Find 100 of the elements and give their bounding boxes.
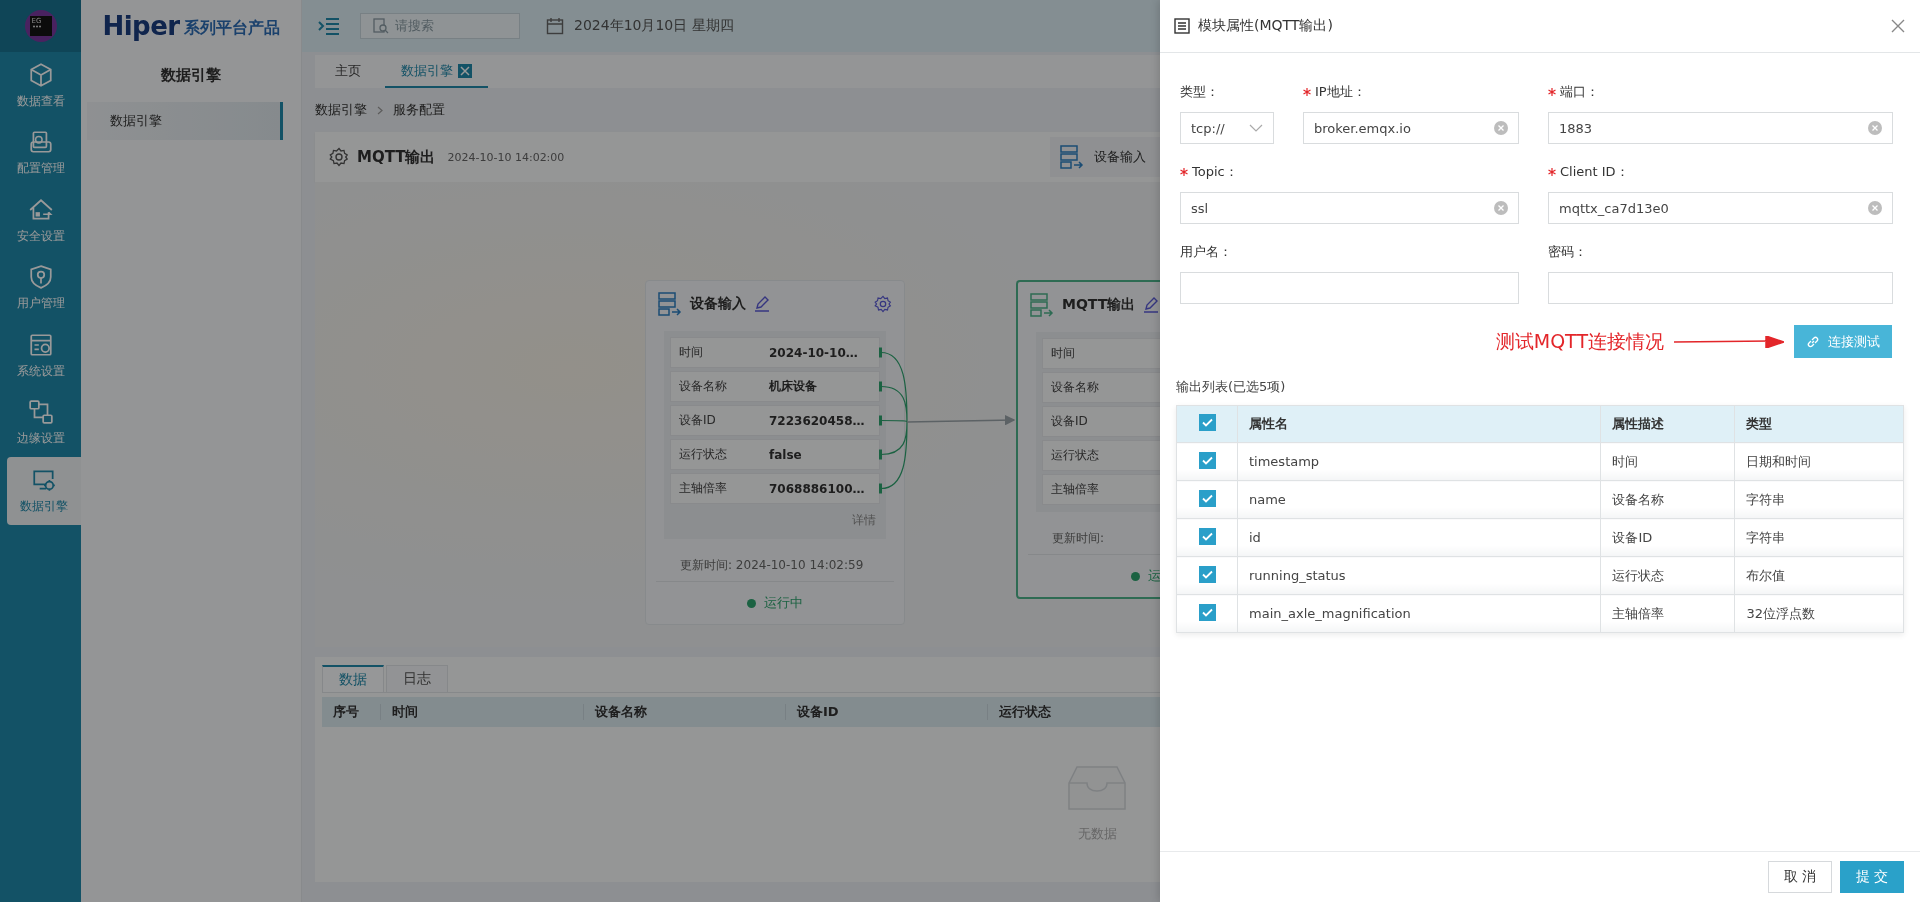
field-label: 时间 — [1051, 345, 1075, 362]
menu-icon[interactable] — [318, 17, 340, 35]
table-cell: 字符串 — [1734, 480, 1904, 519]
chevron-right-icon — [377, 105, 383, 115]
field-value: 7223620458… — [769, 413, 865, 428]
edit-icon[interactable] — [754, 296, 770, 312]
required-mark-icon — [1548, 87, 1556, 96]
nav-item[interactable]: 数据查看 — [0, 52, 81, 120]
clear-icon[interactable] — [1494, 201, 1508, 215]
node-title: 设备输入 — [690, 295, 746, 313]
module-timestamp: 2024-10-10 14:02:00 — [447, 150, 565, 164]
sidebar-item[interactable]: 数据引擎 — [87, 102, 283, 140]
field-label: 主轴倍率 — [679, 480, 727, 497]
flowchart-icon — [27, 399, 54, 426]
field-value: 7068886100… — [769, 481, 865, 496]
type-select[interactable]: tcp:// — [1180, 112, 1274, 144]
field-value: 2024-10-10… — [769, 345, 858, 360]
field-label: 端口： — [1560, 82, 1599, 101]
table-cell: 主轴倍率 — [1601, 594, 1735, 633]
table-cell: name — [1237, 480, 1601, 519]
node-card[interactable]: MQTT输出 时间 设备名称 设备ID 运行状态 主轴倍率 更新时间: 运 — [1016, 280, 1160, 599]
test-connection-button[interactable]: 连接测试 — [1794, 325, 1892, 358]
input-field[interactable]: 1883 — [1548, 112, 1893, 144]
clear-icon[interactable] — [1494, 121, 1508, 135]
chevron-down-icon — [1249, 124, 1263, 132]
field-value: 机床设备 — [769, 378, 817, 395]
field-label: 类型： — [1180, 82, 1219, 101]
sidebar-title: 数据引擎 — [160, 65, 222, 86]
window-gear-icon — [27, 331, 54, 358]
table-cell: id — [1237, 518, 1601, 557]
calendar-icon — [546, 17, 564, 35]
arrow-icon — [1674, 335, 1784, 348]
search-icon — [373, 18, 389, 34]
column-header: 设备名称 — [583, 704, 785, 720]
input-field[interactable] — [1548, 272, 1893, 304]
search-field[interactable]: 请搜索 — [360, 13, 520, 39]
close-icon[interactable] — [1890, 18, 1906, 34]
detail-link[interactable]: 详情 — [852, 513, 876, 527]
node-card[interactable]: 设备输入 时间 2024-10-10… 设备名称 机床设备 设备ID 7223620458… 运行状态 false 主轴倍率 7068886100… 详情 更新时间: 2024-10-10 14:02:59 运行中 — [645, 280, 905, 625]
add-node-button[interactable]: 设备输入 — [1050, 137, 1160, 177]
tab[interactable]: 日志 — [386, 665, 448, 692]
gear-icon[interactable] — [874, 295, 892, 313]
server-icon — [658, 292, 682, 316]
field-label: 主轴倍率 — [1051, 481, 1099, 498]
nav-item[interactable]: 安全设置 — [0, 187, 81, 255]
clear-icon[interactable] — [1868, 121, 1882, 135]
input-field[interactable] — [1180, 272, 1519, 304]
table-cell: 日期和时间 — [1734, 442, 1904, 481]
breadcrumb-item[interactable]: 数据引擎 — [315, 101, 367, 119]
checkbox[interactable] — [1198, 603, 1216, 621]
nav-item[interactable]: 数据引擎 — [7, 457, 81, 525]
column-header: 设备ID — [785, 704, 987, 720]
cancel-button[interactable]: 取 消 — [1768, 861, 1832, 893]
checkbox[interactable] — [1198, 451, 1216, 469]
table-cell: main_axle_magnification — [1237, 594, 1601, 633]
input-field[interactable]: mqttx_ca7d13e0 — [1548, 192, 1893, 224]
field-label: 设备名称 — [1051, 379, 1099, 396]
nav-item[interactable]: 配置管理 — [0, 119, 81, 187]
field-label: Client ID： — [1560, 162, 1629, 181]
drawer-title: 模块属性(MQTT输出) — [1198, 17, 1333, 35]
field-label: 运行状态 — [1051, 447, 1099, 464]
edit-icon[interactable] — [1143, 297, 1160, 313]
date-text: 2024年10月10日 星期四 — [574, 17, 734, 35]
gear-icon — [329, 147, 349, 167]
column-header: 类型 — [1734, 405, 1904, 443]
close-icon[interactable] — [458, 63, 472, 78]
cube-icon — [27, 61, 54, 88]
column-header: 时间 — [380, 704, 583, 720]
server-icon — [1030, 293, 1054, 317]
nav-item[interactable]: 系统设置 — [0, 322, 81, 390]
checkbox[interactable] — [1198, 527, 1216, 545]
nav-item[interactable]: 用户管理 — [0, 254, 81, 322]
field-label: 设备ID — [1051, 413, 1088, 430]
module-title: MQTT输出 — [357, 147, 436, 167]
tab[interactable]: 主页 — [319, 55, 377, 88]
table-cell: timestamp — [1237, 442, 1601, 481]
input-field[interactable]: ssl — [1180, 192, 1519, 224]
submit-button[interactable]: 提 交 — [1840, 861, 1904, 893]
table-cell: 布尔值 — [1734, 556, 1904, 595]
tab[interactable]: 数据引擎 — [385, 55, 488, 88]
table-cell: 时间 — [1601, 442, 1735, 481]
checkbox[interactable] — [1198, 414, 1216, 431]
brand-tagline: 系列平台产品 — [183, 18, 280, 39]
field-label: 设备名称 — [679, 378, 727, 395]
tab[interactable]: 数据 — [322, 665, 384, 692]
nav-item[interactable]: 边缘设置 — [0, 389, 81, 457]
table-cell: 设备名称 — [1601, 480, 1735, 519]
checkbox[interactable] — [1198, 489, 1216, 507]
required-mark-icon — [1303, 87, 1311, 96]
field-label: 密码： — [1548, 242, 1587, 261]
checkbox[interactable] — [1198, 565, 1216, 583]
breadcrumb-item: 服务配置 — [393, 101, 445, 119]
link-icon — [1806, 334, 1820, 349]
shield-icon — [27, 264, 54, 291]
input-field[interactable]: broker.emqx.io — [1303, 112, 1519, 144]
field-label: IP地址： — [1315, 82, 1366, 101]
document-icon — [27, 129, 54, 156]
clear-icon[interactable] — [1868, 201, 1882, 215]
table-cell: 设备ID — [1601, 518, 1735, 557]
list-caption: 输出列表(已选5项) — [1176, 378, 1287, 396]
